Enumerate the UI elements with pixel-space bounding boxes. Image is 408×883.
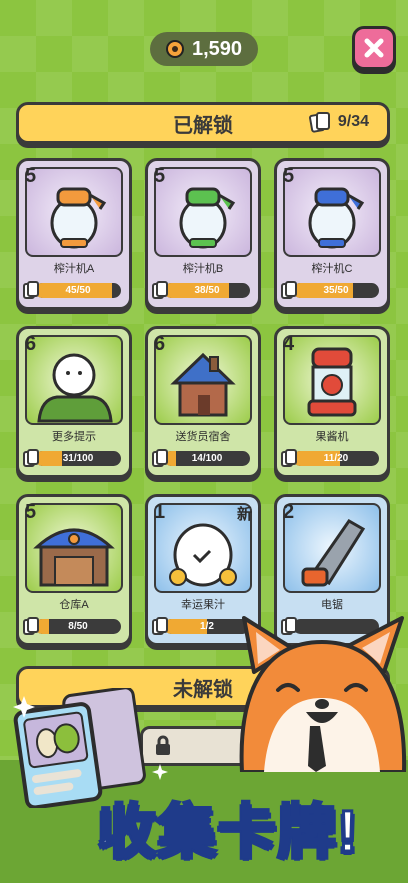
card-level: 5 [25,165,37,187]
card-level: 1 [154,501,166,523]
unlocked-title: 已解锁 [173,114,233,137]
card-count-icon [152,281,170,301]
card-count-icon [281,617,299,637]
coin-counter: 1,590 [150,32,258,66]
collection-card[interactable]: 4 果酱机 11/20 [274,326,390,478]
collection-card[interactable]: 5 榨汁机B 38/50 [145,158,261,310]
cards-icon [308,112,332,134]
locked-title: 未解锁 [173,678,233,701]
card-name: 电锯 [321,599,343,611]
juicer-orange-icon [50,187,107,249]
collection-card[interactable]: 6 送货员宿舍 14/100 [145,326,261,478]
progress-text: 35/50 [323,285,349,296]
card-level: 5 [154,165,166,187]
card-name: 更多提示 [52,431,96,443]
house-icon [170,352,236,417]
juicer-blue-icon [308,187,365,249]
collection-count: 9/34 [308,112,369,134]
collection-count-text: 9/34 [337,113,369,130]
card-progress: 31/100 [23,449,121,467]
card-progress: 14/100 [152,449,250,467]
unlocked-banner: 已解锁 9/34 [16,102,390,144]
card-level: 6 [154,333,166,355]
progress-text: 38/50 [194,285,220,296]
card-count-icon [281,449,299,469]
promo-headline: 收集卡牌! [96,798,360,866]
card-progress: 8/50 [23,617,121,635]
card-level: 4 [283,333,295,355]
card-count-icon [23,281,41,301]
card-count-icon [23,617,41,637]
card-level: 6 [25,333,37,355]
coin-icon [165,40,184,58]
hint-ghost-icon [37,353,113,423]
close-button[interactable] [352,26,396,70]
fox-mascot [239,616,407,772]
progress-text: 14/100 [191,453,223,464]
card-progress: 38/50 [152,281,250,299]
card-progress: 45/50 [23,281,121,299]
juicer-green-icon [179,187,236,249]
card-count-icon [23,449,41,469]
card-progress: 11/20 [281,449,379,467]
card-count-icon [281,281,299,301]
card-progress: 35/50 [281,281,379,299]
chainsaw-icon [301,519,366,587]
new-badge: 新 [236,506,252,523]
coin-amount: 1,590 [191,37,243,60]
card-name: 幸运果汁 [181,599,225,611]
card-name: 仓库A [59,599,89,611]
progress-text: 31/100 [62,453,94,464]
collection-card[interactable]: 5 榨汁机C 35/50 [274,158,390,310]
progress-text: 11/20 [323,453,349,464]
collection-card[interactable]: 6 更多提示 31/100 [16,326,132,478]
card-count-icon [152,617,170,637]
close-icon [364,38,384,58]
card-level: 5 [25,501,37,523]
card-name: 榨汁机B [182,263,224,275]
progress-text: 8/50 [68,621,88,632]
card-name: 送货员宿舍 [175,431,231,443]
jam-machine-icon [307,347,357,417]
card-name: 果酱机 [315,431,349,443]
card-level: 2 [283,501,295,523]
card-count-icon [152,449,170,469]
card-name: 榨汁机A [53,263,95,275]
warehouse-icon [33,528,115,587]
collection-card[interactable]: 5 仓库A 8/50 [16,494,132,646]
collection-card[interactable]: 5 榨汁机A 45/50 [16,158,132,310]
progress-text: 45/50 [65,285,91,296]
card-level: 5 [283,165,295,187]
card-name: 榨汁机C [311,263,353,275]
